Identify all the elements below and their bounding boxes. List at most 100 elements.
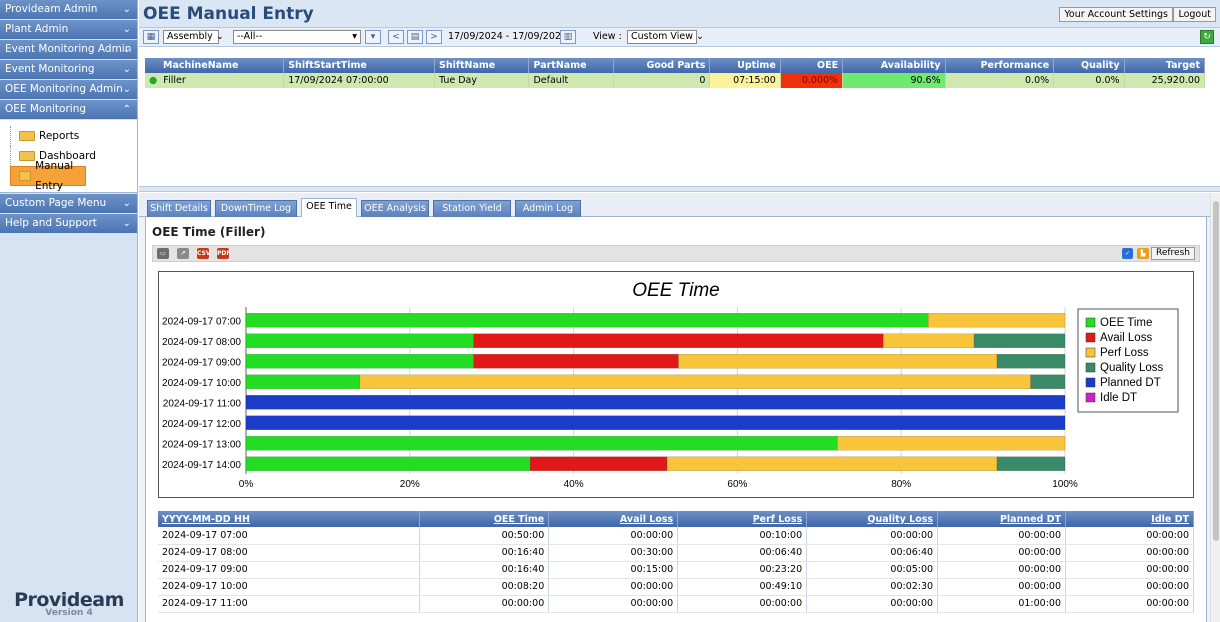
- bar-segment: [245, 456, 531, 471]
- col-target[interactable]: Target: [1124, 58, 1206, 73]
- table-row[interactable]: 2024-09-17 09:00 00:16:40 00:15:00 00:23:20…: [158, 561, 1194, 579]
- table-row[interactable]: 2024-09-17 08:00 00:16:40 00:30:00 00:06:40…: [158, 544, 1194, 562]
- col-avail-loss[interactable]: Avail Loss: [548, 511, 679, 527]
- chart-type-icon[interactable]: ▙: [1137, 248, 1149, 259]
- view-select[interactable]: Custom View ⌄: [627, 30, 704, 44]
- sidebar: Provideam Admin ⌄ Plant Admin ⌄ Event Moni…: [0, 0, 138, 622]
- detail-tabs: Shift Details DownTime Log OEE Time OEE …: [139, 193, 1220, 218]
- sidebar-item-manual-entry[interactable]: Manual Entry: [10, 160, 86, 192]
- col-oee[interactable]: OEE: [780, 58, 844, 73]
- menu-plant-admin[interactable]: Plant Admin ⌄: [0, 20, 137, 39]
- bar-segment: [359, 374, 1031, 389]
- legend-swatch: [1085, 332, 1096, 343]
- main-area: OEE Manual Entry Your Account Settings L…: [139, 0, 1220, 622]
- filter-select[interactable]: --All-- ▾: [233, 30, 361, 44]
- menu-event-monitoring-admin[interactable]: Event Monitoring Admin ⌄: [0, 40, 137, 59]
- col-good-parts[interactable]: Good Parts: [613, 58, 711, 73]
- table-cell: 2024-09-17 11:00: [158, 595, 421, 613]
- chevron-down-icon: ⌄: [122, 218, 131, 229]
- cell-quality: 0.0%: [1053, 73, 1125, 88]
- table-cell: 00:00:00: [1065, 544, 1194, 562]
- col-shift-start[interactable]: ShiftStartTime: [283, 58, 435, 73]
- pane-splitter[interactable]: [139, 186, 1220, 192]
- menu-label: Event Monitoring: [5, 63, 95, 75]
- table-cell: 00:00:00: [937, 561, 1067, 579]
- next-date-button[interactable]: >: [426, 30, 442, 44]
- table-cell: 00:02:30: [806, 578, 939, 596]
- table-cell: 00:00:00: [548, 527, 679, 545]
- chart-svg: OEE Time 0% 20% 40% 60% 80% 100% 2024-09-17 07:…: [162, 280, 1179, 490]
- col-planned-dt[interactable]: Planned DT: [937, 511, 1067, 527]
- calendar-icon[interactable]: ▤: [407, 30, 423, 44]
- print-icon[interactable]: ▭: [157, 248, 169, 259]
- col-machine-name[interactable]: MachineName: [145, 58, 285, 73]
- cell-machine: ● Filler: [145, 73, 285, 88]
- col-part-name[interactable]: PartName: [528, 58, 614, 73]
- scrollbar-thumb[interactable]: [1213, 201, 1219, 541]
- tab-oee-time[interactable]: OEE Time: [301, 198, 357, 218]
- oee-time-panel: OEE Time (Filler) ▭ ↗ CSV PDF ✓ ▙ Refres…: [145, 217, 1207, 622]
- x-tick-label: 60%: [727, 479, 747, 490]
- x-tick-label: 100%: [1052, 479, 1078, 490]
- tab-station-yield[interactable]: Station Yield: [433, 200, 511, 217]
- chevron-up-icon: ⌃: [122, 104, 131, 115]
- table-row[interactable]: 2024-09-17 10:00 00:08:20 00:00:00 00:49:10…: [158, 578, 1194, 596]
- vertical-scrollbar[interactable]: [1210, 193, 1220, 622]
- table-row[interactable]: 2024-09-17 07:00 00:50:00 00:00:00 00:10:00…: [158, 527, 1194, 545]
- col-oee-time[interactable]: OEE Time: [419, 511, 550, 527]
- refresh-icon[interactable]: ↻: [1200, 30, 1214, 44]
- col-shift-name[interactable]: ShiftName: [434, 58, 530, 73]
- table-cell: 00:00:00: [937, 544, 1067, 562]
- legend-label: Avail Loss: [1100, 332, 1152, 344]
- menu-oee-monitoring[interactable]: OEE Monitoring ⌃: [0, 100, 137, 119]
- col-availability[interactable]: Availability: [842, 58, 946, 73]
- table-cell: 00:50:00: [419, 527, 550, 545]
- checkbox-icon[interactable]: ✓: [1122, 248, 1133, 259]
- tab-shift-details[interactable]: Shift Details: [147, 200, 211, 217]
- bar-segment: [245, 436, 838, 451]
- csv-icon[interactable]: CSV: [197, 248, 210, 259]
- sidebar-item-label: Reports: [39, 130, 80, 142]
- table-cell: 00:23:20: [677, 561, 808, 579]
- export-icon[interactable]: ↗: [177, 248, 189, 259]
- pdf-icon[interactable]: PDF: [217, 248, 230, 259]
- filter-button-icon[interactable]: ▾: [365, 30, 381, 44]
- y-tick-label: 2024-09-17 12:00: [162, 419, 241, 430]
- tab-downtime-log[interactable]: DownTime Log: [215, 200, 297, 217]
- account-settings-button[interactable]: Your Account Settings: [1059, 7, 1173, 22]
- table-cell: 2024-09-17 10:00: [158, 578, 421, 596]
- refresh-button[interactable]: Refresh: [1151, 247, 1195, 260]
- col-hour[interactable]: YYYY-MM-DD HH: [158, 511, 421, 527]
- col-quality[interactable]: Quality: [1053, 58, 1125, 73]
- table-row[interactable]: 2024-09-17 11:00 00:00:00 00:00:00 00:00:00…: [158, 595, 1194, 613]
- col-quality-loss[interactable]: Quality Loss: [806, 511, 939, 527]
- legend-swatch: [1085, 362, 1096, 373]
- logout-button[interactable]: Logout: [1173, 7, 1216, 22]
- sidebar-item-reports[interactable]: Reports: [10, 126, 137, 146]
- bar-segment: [245, 415, 1066, 430]
- col-idle-dt[interactable]: Idle DT: [1065, 511, 1194, 527]
- col-uptime[interactable]: Uptime: [709, 58, 781, 73]
- menu-event-monitoring[interactable]: Event Monitoring ⌄: [0, 60, 137, 79]
- col-perf-loss[interactable]: Perf Loss: [677, 511, 808, 527]
- table-cell: 00:06:40: [806, 544, 939, 562]
- table-row[interactable]: ● Filler 17/09/2024 07:00:00 Tue Day Defa…: [145, 73, 1206, 88]
- menu-custom-page-menu[interactable]: Custom Page Menu ⌄: [0, 194, 137, 213]
- menu-provideam-admin[interactable]: Provideam Admin ⌄: [0, 0, 137, 19]
- tab-oee-analysis[interactable]: OEE Analysis: [361, 200, 429, 217]
- prev-date-button[interactable]: <: [388, 30, 404, 44]
- legend-swatch: [1085, 347, 1096, 358]
- level-select[interactable]: Assembly ⌄: [163, 30, 224, 44]
- menu-oee-monitoring-admin[interactable]: OEE Monitoring Admin ⌄: [0, 80, 137, 99]
- table-cell: 00:00:00: [1065, 561, 1194, 579]
- machine-grid: MachineName ShiftStartTime ShiftName Par…: [145, 58, 1206, 88]
- bar-segment: [678, 354, 998, 369]
- legend-swatch: [1085, 392, 1096, 403]
- table-cell: 00:00:00: [937, 527, 1067, 545]
- tab-admin-log[interactable]: Admin Log: [515, 200, 581, 217]
- menu-help-and-support[interactable]: Help and Support ⌄: [0, 214, 137, 233]
- col-performance[interactable]: Performance: [945, 58, 1055, 73]
- grid-icon[interactable]: ▦: [143, 30, 159, 44]
- chart-icon[interactable]: ▥: [560, 30, 576, 44]
- bar-segment: [245, 313, 929, 328]
